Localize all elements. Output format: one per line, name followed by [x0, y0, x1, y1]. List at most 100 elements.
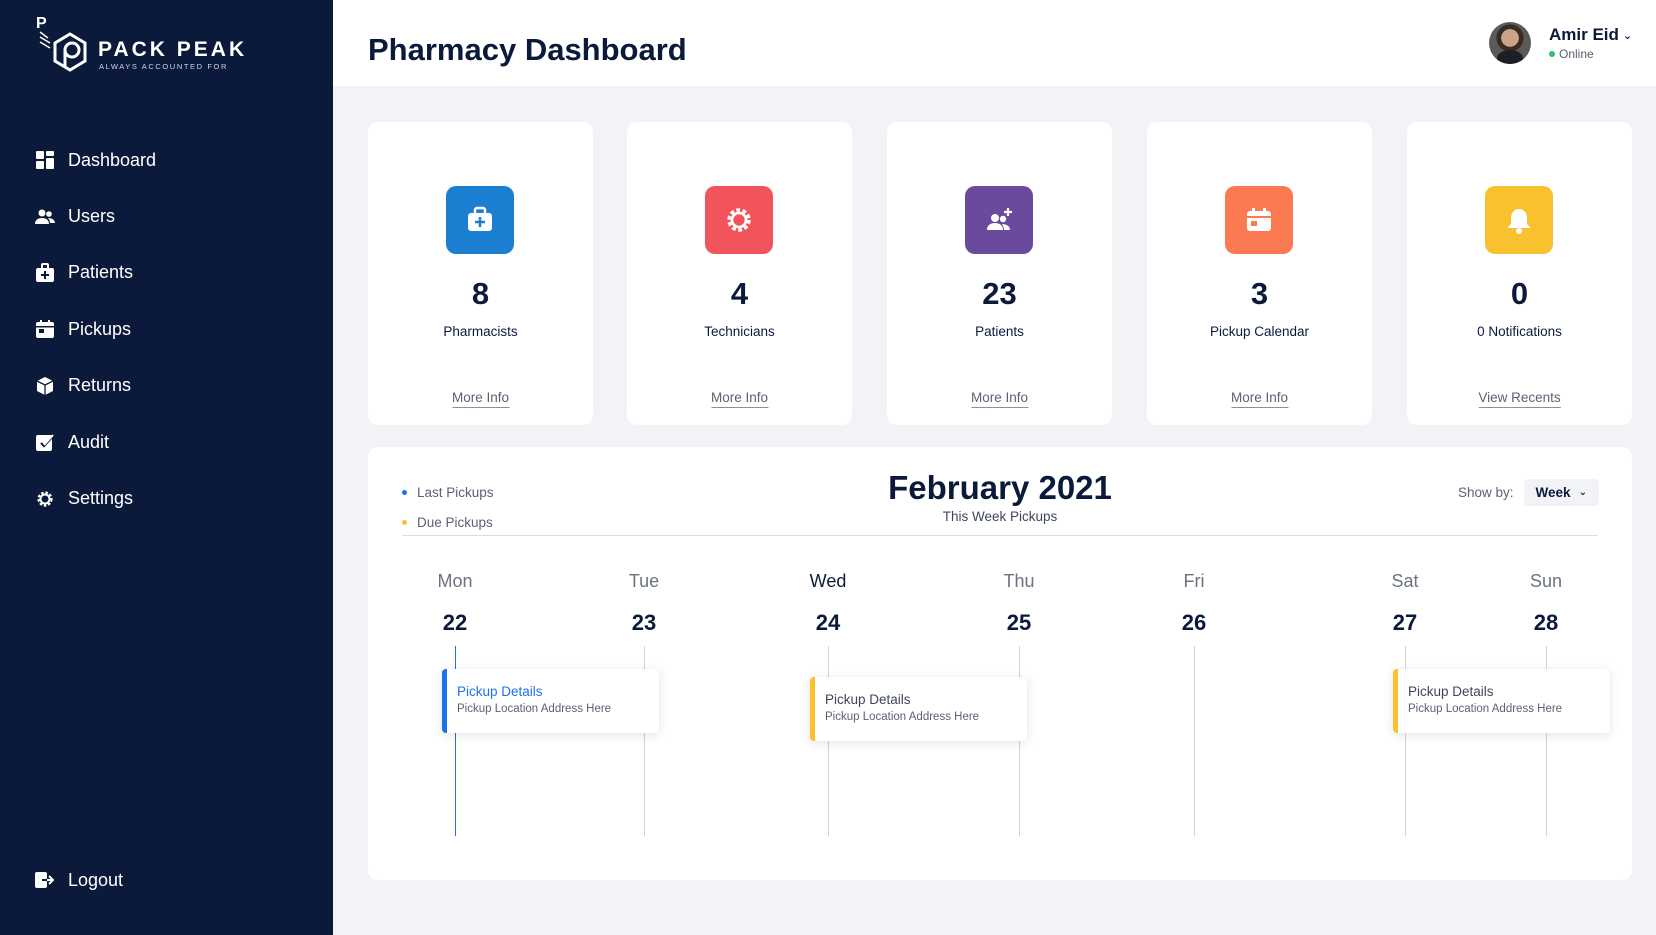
stat-value: 3	[1250, 276, 1269, 311]
stat-card-pharmacists: 8 Pharmacists More Info	[368, 122, 593, 425]
timeline-fri	[1194, 646, 1195, 836]
logout-label: Logout	[68, 869, 124, 890]
more-info-link[interactable]: More Info	[1230, 390, 1289, 408]
bell-icon	[1485, 186, 1553, 254]
brand-tagline: ALWAYS ACCOUNTED FOR	[99, 62, 228, 71]
calendar-subtitle: This Week Pickups	[942, 509, 1058, 524]
edit-check-icon	[34, 431, 56, 453]
stat-label: Patients	[975, 324, 1024, 339]
timeline-thu	[1019, 646, 1020, 836]
user-name: Amir Eid	[1549, 25, 1619, 44]
calendar-month-title: February 2021	[888, 469, 1112, 506]
more-info-link[interactable]: More Info	[970, 390, 1029, 408]
day-name: Tue	[628, 571, 660, 591]
stat-value: 8	[471, 276, 490, 311]
stat-label: Technicians	[704, 324, 775, 339]
sidebar-item-label: Settings	[68, 488, 134, 509]
gear-icon	[34, 488, 56, 510]
event-title: Pickup Details	[457, 684, 543, 699]
dashboard-icon	[34, 149, 56, 171]
online-dot-icon	[1549, 51, 1555, 57]
user-menu[interactable]: Amir Eid ⌄ Online	[1489, 22, 1632, 64]
day-number: 25	[1006, 610, 1032, 635]
stat-label: Pharmacists	[443, 324, 518, 339]
day-number: 28	[1533, 610, 1559, 635]
pickup-calendar-panel: Last Pickups Due Pickups February 2021 T…	[368, 447, 1632, 880]
show-by-control: Show by: Week ⌄	[1458, 479, 1599, 506]
pickup-event-card[interactable]: Pickup Details Pickup Location Address H…	[810, 677, 1027, 741]
show-by-select[interactable]: Week ⌄	[1523, 479, 1599, 506]
day-number: 23	[631, 610, 657, 635]
page-title: Pharmacy Dashboard	[368, 32, 687, 67]
logout-button[interactable]: Logout	[34, 869, 123, 891]
users-icon	[34, 206, 56, 228]
top-header: Pharmacy Dashboard Amir Eid ⌄ Online	[333, 0, 1656, 86]
sidebar-item-users[interactable]: Users	[34, 188, 304, 244]
day-number: 22	[442, 610, 468, 635]
logout-icon	[34, 869, 56, 891]
stat-card-patients: 23 Patients More Info	[887, 122, 1112, 425]
sidebar: P PACK PEAK ALWAYS ACCOUNTED FOR Dashboa…	[0, 0, 333, 935]
sidebar-item-label: Returns	[68, 375, 132, 396]
box-icon	[34, 375, 56, 397]
stat-card-notifications: 0 0 Notifications View Recents	[1407, 122, 1632, 425]
medical-kit-icon	[34, 262, 56, 284]
medical-kit-icon	[446, 186, 514, 254]
event-title: Pickup Details	[825, 692, 911, 707]
user-status-label: Online	[1559, 47, 1594, 61]
day-name: Mon	[437, 571, 473, 591]
show-by-label: Show by:	[1458, 485, 1514, 500]
gear-icon	[705, 186, 773, 254]
event-address: Pickup Location Address Here	[825, 711, 980, 723]
timeline-wed	[828, 646, 829, 836]
chevron-down-icon: ⌄	[1578, 487, 1587, 498]
day-number: 26	[1181, 610, 1207, 635]
logo-mark-icon: P	[36, 15, 87, 72]
sidebar-item-audit[interactable]: Audit	[34, 414, 304, 470]
event-color-bar	[810, 677, 815, 741]
sidebar-item-dashboard[interactable]: Dashboard	[34, 132, 304, 188]
day-column-mon[interactable]: Mon 22	[425, 571, 485, 636]
sidebar-item-label: Users	[68, 206, 116, 227]
day-number: 27	[1392, 610, 1418, 635]
stat-label: 0 Notifications	[1477, 324, 1562, 339]
day-number: 24	[815, 610, 841, 635]
day-column-thu[interactable]: Thu 25	[989, 571, 1049, 636]
event-address: Pickup Location Address Here	[457, 703, 612, 715]
day-name: Thu	[1003, 571, 1035, 591]
pickup-event-card[interactable]: Pickup Details Pickup Location Address H…	[1393, 669, 1610, 733]
sidebar-item-patients[interactable]: Patients	[34, 245, 304, 301]
sidebar-item-label: Audit	[68, 431, 110, 452]
sidebar-item-returns[interactable]: Returns	[34, 358, 304, 414]
sidebar-item-pickups[interactable]: Pickups	[34, 301, 304, 357]
stat-label: Pickup Calendar	[1209, 324, 1310, 339]
view-recents-link[interactable]: View Recents	[1478, 390, 1561, 408]
day-column-sat[interactable]: Sat 27	[1375, 571, 1435, 636]
day-name: Wed	[809, 571, 847, 591]
event-color-bar	[442, 669, 447, 733]
pack-peak-logo[interactable]: P PACK PEAK ALWAYS ACCOUNTED FOR	[36, 12, 266, 74]
avatar[interactable]	[1489, 22, 1531, 64]
day-column-fri[interactable]: Fri 26	[1164, 571, 1224, 636]
calendar-icon	[1225, 186, 1293, 254]
day-name: Sat	[1391, 571, 1419, 591]
stat-value: 0	[1510, 276, 1529, 311]
day-name: Fri	[1183, 571, 1205, 591]
stat-card-pickup-calendar: 3 Pickup Calendar More Info	[1147, 122, 1372, 425]
user-name-dropdown[interactable]: Amir Eid ⌄	[1549, 25, 1632, 45]
user-status: Online	[1549, 47, 1632, 61]
day-column-tue[interactable]: Tue 23	[614, 571, 674, 636]
day-column-sun[interactable]: Sun 28	[1516, 571, 1576, 636]
pickup-event-card[interactable]: Pickup Details Pickup Location Address H…	[442, 669, 659, 733]
svg-text:P: P	[36, 15, 47, 32]
calendar-divider	[402, 535, 1598, 536]
stat-value: 23	[982, 276, 1017, 311]
sidebar-item-settings[interactable]: Settings	[34, 470, 304, 526]
chevron-down-icon: ⌄	[1622, 29, 1633, 42]
more-info-link[interactable]: More Info	[451, 390, 510, 408]
day-column-wed[interactable]: Wed 24	[798, 571, 858, 636]
sidebar-item-label: Pickups	[68, 318, 132, 339]
add-user-icon	[965, 186, 1033, 254]
event-color-bar	[1393, 669, 1398, 733]
more-info-link[interactable]: More Info	[710, 390, 769, 408]
